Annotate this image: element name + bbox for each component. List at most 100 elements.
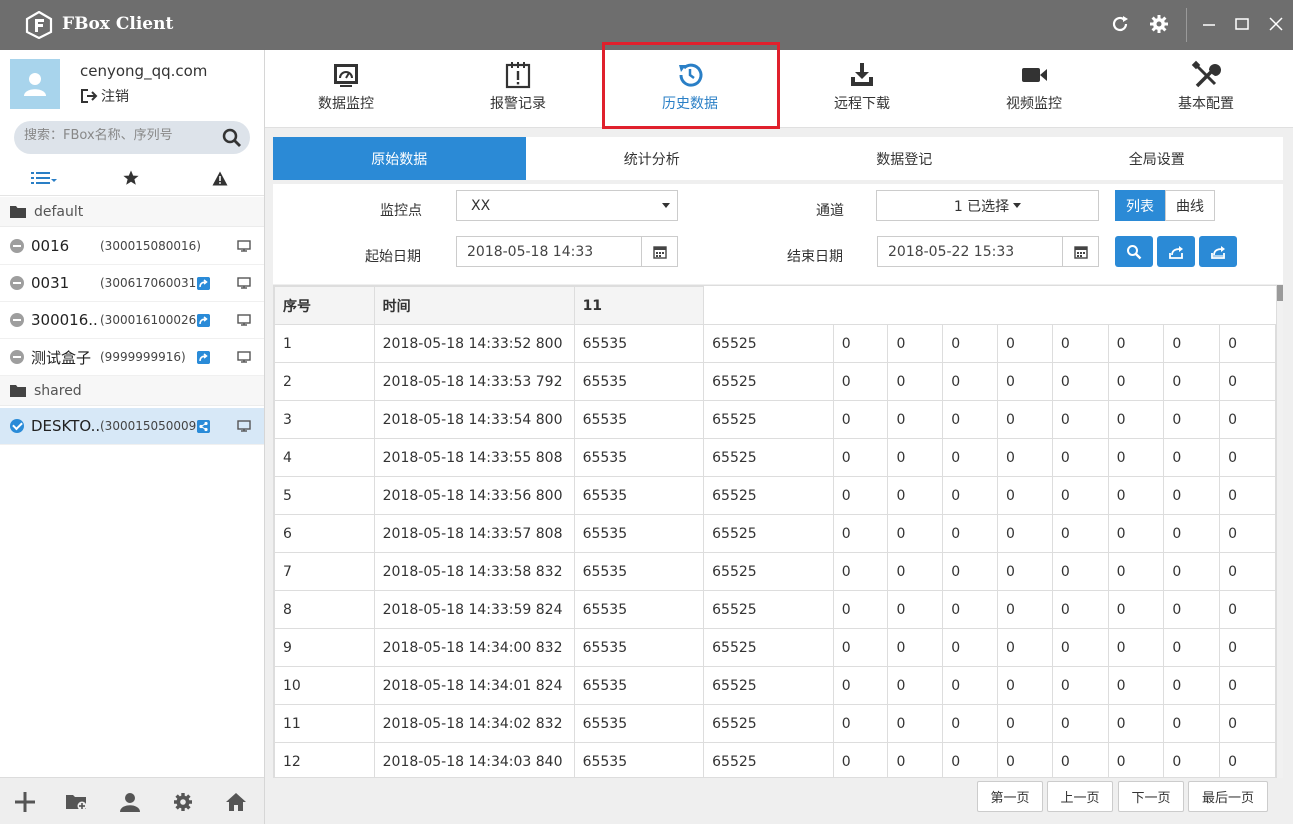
table-cell: 0 xyxy=(887,400,944,439)
offline-status-icon xyxy=(10,313,24,327)
table-cell: 0 xyxy=(832,400,889,439)
device-item[interactable]: 300016.. (300016100026) xyxy=(0,302,264,339)
table-row[interactable]: 6 2018-05-18 14:33:57 808 65535 65525 0 0 0 0 0 0… xyxy=(274,514,1276,553)
table-row[interactable]: 11 2018-05-18 14:34:02 832 65535 65525 0 0 0 0 0… xyxy=(274,704,1276,743)
close-icon[interactable] xyxy=(1264,12,1288,36)
table-cell: 0 xyxy=(1163,324,1221,363)
channel-select[interactable]: 1 已选择 xyxy=(876,190,1099,221)
table-cell: 0 xyxy=(832,362,889,401)
user-manage-icon[interactable] xyxy=(118,790,142,814)
minimize-icon[interactable] xyxy=(1197,12,1221,36)
export-all-button[interactable] xyxy=(1199,236,1237,267)
settings-gear-icon[interactable] xyxy=(1147,12,1171,36)
favorite-star-icon[interactable] xyxy=(123,168,139,188)
column-header[interactable]: 时间 xyxy=(373,286,575,325)
device-item[interactable]: 测试盒子 (9999999916) xyxy=(0,339,264,376)
tab-global-settings[interactable]: 全局设置 xyxy=(1031,137,1284,180)
search-icon[interactable] xyxy=(222,128,242,148)
search-input[interactable] xyxy=(24,128,214,143)
monitor-icon[interactable] xyxy=(237,420,251,432)
offline-status-icon xyxy=(10,350,24,364)
last-page-button[interactable]: 最后一页 xyxy=(1188,781,1268,812)
warning-icon[interactable] xyxy=(212,168,228,188)
monitor-icon[interactable] xyxy=(237,314,251,326)
table-cell: 2018-05-18 14:33:58 832 xyxy=(373,552,575,591)
calendar-icon[interactable] xyxy=(1062,237,1098,266)
table-cell: 0 xyxy=(1051,362,1109,401)
table-cell: 0 xyxy=(997,552,1053,591)
monitor-icon[interactable] xyxy=(237,351,251,363)
device-item[interactable]: 0016 (300015080016) xyxy=(0,228,264,265)
table-cell: 0 xyxy=(942,514,999,553)
table-row[interactable]: 5 2018-05-18 14:33:56 800 65535 65525 0 0 0 0 0 0… xyxy=(274,476,1276,515)
device-item-selected[interactable]: DESKTO.. (300015050009) xyxy=(0,408,264,445)
table-cell: 0 xyxy=(1107,400,1165,439)
settings-icon[interactable] xyxy=(171,790,195,814)
table-cell: 0 xyxy=(887,742,944,777)
next-page-button[interactable]: 下一页 xyxy=(1118,781,1184,812)
table-cell: 2018-05-18 14:33:54 800 xyxy=(373,400,575,439)
vertical-scrollbar[interactable] xyxy=(1277,285,1283,778)
tab-raw-data[interactable]: 原始数据 xyxy=(273,137,526,180)
data-table-container[interactable]: 序号 时间 11 1 2018-05-18 14:33:52 800 65535 65… xyxy=(273,285,1277,778)
monitor-icon[interactable] xyxy=(237,240,251,252)
monitor-icon[interactable] xyxy=(237,277,251,289)
end-date-label: 结束日期 xyxy=(787,249,843,265)
list-view-button[interactable]: 列表 xyxy=(1115,190,1165,221)
header-blank xyxy=(703,286,1276,325)
first-page-button[interactable]: 第一页 xyxy=(977,781,1043,812)
nav-remote-download[interactable]: 远程下载 xyxy=(792,58,932,124)
end-date-input[interactable]: 2018-05-22 15:33 xyxy=(877,236,1099,267)
monitor-select[interactable]: XX xyxy=(456,190,678,221)
table-cell: 65535 xyxy=(573,400,705,439)
table-cell: 0 xyxy=(1219,400,1276,439)
avatar[interactable] xyxy=(10,59,60,109)
prev-page-button[interactable]: 上一页 xyxy=(1047,781,1113,812)
nav-alarm-records[interactable]: 报警记录 xyxy=(448,58,588,124)
table-row[interactable]: 9 2018-05-18 14:34:00 832 65535 65525 0 0 0 0 0 0… xyxy=(274,628,1276,667)
table-cell: 0 xyxy=(1051,476,1109,515)
table-row[interactable]: 4 2018-05-18 14:33:55 808 65535 65525 0 0 0 0 0 0… xyxy=(274,438,1276,477)
tab-statistics[interactable]: 统计分析 xyxy=(526,137,779,180)
table-row[interactable]: 12 2018-05-18 14:34:03 840 65535 65525 0 0 0 0 0… xyxy=(274,742,1276,777)
table-cell: 0 xyxy=(942,362,999,401)
nav-data-monitor[interactable]: 数据监控 xyxy=(276,58,416,124)
table-row[interactable]: 7 2018-05-18 14:33:58 832 65535 65525 0 0 0 0 0 0… xyxy=(274,552,1276,591)
column-header[interactable]: 11 xyxy=(573,286,705,325)
nav-video-monitor[interactable]: 视频监控 xyxy=(964,58,1104,124)
table-cell: 0 xyxy=(942,704,999,743)
query-button[interactable] xyxy=(1115,236,1153,267)
share-node-icon xyxy=(197,419,210,433)
scrollbar-thumb[interactable] xyxy=(1277,285,1283,301)
curve-view-button[interactable]: 曲线 xyxy=(1165,190,1215,221)
table-row[interactable]: 1 2018-05-18 14:33:52 800 65535 65525 0 0 0 0 0 0… xyxy=(274,324,1276,363)
nav-basic-config[interactable]: 基本配置 xyxy=(1136,58,1276,124)
channel-value: 1 已选择 xyxy=(953,198,1010,215)
add-folder-icon[interactable] xyxy=(65,790,89,814)
export-button[interactable] xyxy=(1157,236,1195,267)
table-row[interactable]: 8 2018-05-18 14:33:59 824 65535 65525 0 0 0 0 0 0… xyxy=(274,590,1276,629)
refresh-icon[interactable] xyxy=(1108,12,1132,36)
home-icon[interactable] xyxy=(224,790,248,814)
folder-icon xyxy=(10,206,26,218)
maximize-icon[interactable] xyxy=(1230,12,1254,36)
table-row[interactable]: 2 2018-05-18 14:33:53 792 65535 65525 0 0 0 0 0 0… xyxy=(274,362,1276,401)
calendar-icon[interactable] xyxy=(641,237,677,266)
add-icon[interactable] xyxy=(13,790,37,814)
column-header[interactable]: 序号 xyxy=(274,286,375,325)
table-row[interactable]: 3 2018-05-18 14:33:54 800 65535 65525 0 0 0 0 0 0… xyxy=(274,400,1276,439)
logout-button[interactable]: 注销 xyxy=(80,86,129,106)
table-cell: 0 xyxy=(832,704,889,743)
table-cell: 0 xyxy=(1219,438,1276,477)
tab-data-register[interactable]: 数据登记 xyxy=(778,137,1031,180)
group-shared[interactable]: shared xyxy=(0,376,264,406)
group-default[interactable]: default xyxy=(0,197,264,227)
nav-history-data[interactable]: 历史数据 xyxy=(620,58,760,124)
table-cell: 0 xyxy=(1107,438,1165,477)
list-view-icon[interactable] xyxy=(31,168,57,188)
device-item[interactable]: 0031 (300617060031) xyxy=(0,265,264,302)
table-cell: 65535 xyxy=(573,362,705,401)
table-row[interactable]: 10 2018-05-18 14:34:01 824 65535 65525 0 0 0 0 0… xyxy=(274,666,1276,705)
table-cell: 0 xyxy=(832,590,889,629)
start-date-input[interactable]: 2018-05-18 14:33 xyxy=(456,236,678,267)
